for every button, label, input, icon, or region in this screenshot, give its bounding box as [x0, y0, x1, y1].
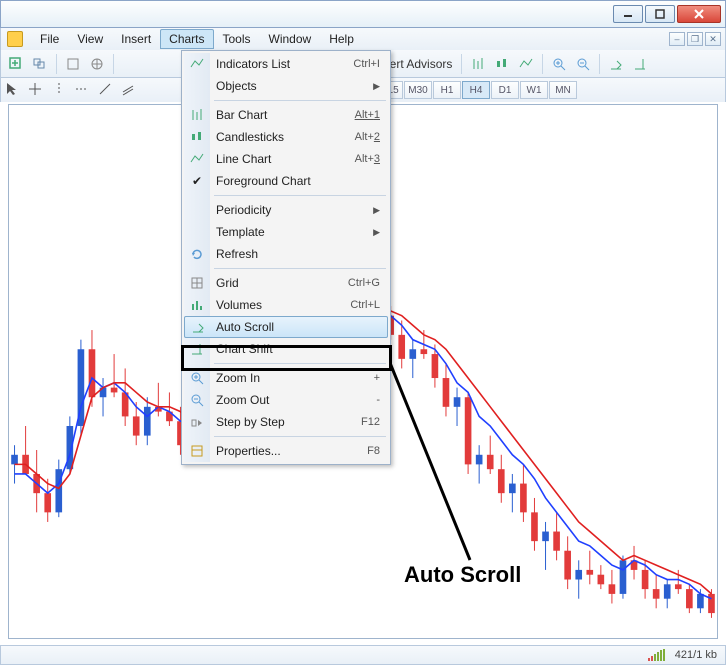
- timeframe-w1[interactable]: W1: [520, 81, 548, 99]
- market-watch-button[interactable]: [62, 53, 84, 75]
- bar-chart-button[interactable]: [467, 53, 489, 75]
- menu-periodicity[interactable]: Periodicity▶: [184, 199, 388, 221]
- profiles-button[interactable]: [29, 53, 51, 75]
- maximize-button[interactable]: [645, 5, 675, 23]
- menu-foreground-chart[interactable]: ✔Foreground Chart: [184, 170, 388, 192]
- menu-candlesticks[interactable]: CandlesticksAlt+2: [184, 126, 388, 148]
- zoom-out-icon: [189, 392, 205, 408]
- line-chart-icon: [189, 151, 205, 167]
- checkmark-icon: ✔: [189, 173, 205, 189]
- chart-shift-toolbar-button[interactable]: [629, 53, 651, 75]
- chart-shift-icon: [189, 341, 205, 357]
- properties-icon: [189, 443, 205, 459]
- menu-grid[interactable]: GridCtrl+G: [184, 272, 388, 294]
- horizontal-line-button[interactable]: [75, 82, 97, 99]
- bar-chart-icon: [189, 107, 205, 123]
- mdi-close-button[interactable]: ✕: [705, 32, 721, 46]
- menu-objects[interactable]: Objects▶: [184, 75, 388, 97]
- timeframe-mn[interactable]: MN: [549, 81, 577, 99]
- candlestick-button[interactable]: [491, 53, 513, 75]
- timeframe-d1[interactable]: D1: [491, 81, 519, 99]
- menu-bar-chart[interactable]: Bar ChartAlt+1: [184, 104, 388, 126]
- timeframe-m30[interactable]: M30: [404, 81, 432, 99]
- annotation-label: Auto Scroll: [404, 562, 521, 588]
- navigator-button[interactable]: [86, 53, 108, 75]
- menu-refresh[interactable]: Refresh: [184, 243, 388, 265]
- menu-view[interactable]: View: [68, 29, 112, 49]
- charts-dropdown-menu: Indicators ListCtrl+I Objects▶ Bar Chart…: [181, 50, 391, 465]
- menu-window[interactable]: Window: [260, 29, 321, 49]
- menu-indicators-list[interactable]: Indicators ListCtrl+I: [184, 53, 388, 75]
- menu-template[interactable]: Template▶: [184, 221, 388, 243]
- vertical-line-button[interactable]: [52, 82, 74, 99]
- crosshair-button[interactable]: [28, 82, 50, 99]
- menu-zoom-out[interactable]: Zoom Out-: [184, 389, 388, 411]
- menu-line-chart[interactable]: Line ChartAlt+3: [184, 148, 388, 170]
- status-traffic: 421/1 kb: [675, 649, 717, 661]
- line-chart-button[interactable]: [515, 53, 537, 75]
- indicators-icon: [189, 56, 205, 72]
- grid-icon: [189, 275, 205, 291]
- menu-properties[interactable]: Properties...F8: [184, 440, 388, 462]
- auto-scroll-toolbar-button[interactable]: [605, 53, 627, 75]
- timeframe-h4[interactable]: H4: [462, 81, 490, 99]
- connection-bars-icon: [648, 649, 665, 661]
- auto-scroll-icon: [190, 319, 206, 335]
- mdi-minimize-button[interactable]: –: [669, 32, 685, 46]
- timeframe-h1[interactable]: H1: [433, 81, 461, 99]
- zoom-out-button[interactable]: [572, 53, 594, 75]
- window-titlebar: [0, 0, 726, 28]
- menu-file[interactable]: File: [31, 29, 68, 49]
- zoom-in-icon: [189, 370, 205, 386]
- menu-tools[interactable]: Tools: [214, 29, 260, 49]
- app-icon: [7, 31, 23, 47]
- menu-help[interactable]: Help: [320, 29, 363, 49]
- close-button[interactable]: [677, 5, 721, 23]
- candlestick-icon: [189, 129, 205, 145]
- menu-charts[interactable]: Charts: [160, 29, 213, 49]
- menu-auto-scroll[interactable]: Auto Scroll: [184, 316, 388, 338]
- volumes-icon: [189, 297, 205, 313]
- menu-step-by-step[interactable]: Step by StepF12: [184, 411, 388, 433]
- minimize-button[interactable]: [613, 5, 643, 23]
- menu-chart-shift[interactable]: Chart Shift: [184, 338, 388, 360]
- cursor-button[interactable]: [5, 82, 27, 99]
- zoom-in-button[interactable]: [548, 53, 570, 75]
- status-bar: 421/1 kb: [0, 645, 726, 665]
- menu-zoom-in[interactable]: Zoom In+: [184, 367, 388, 389]
- menu-bar: File View Insert Charts Tools Window Hel…: [0, 28, 726, 50]
- channel-button[interactable]: [121, 82, 143, 99]
- menu-insert[interactable]: Insert: [112, 29, 160, 49]
- new-chart-button[interactable]: [5, 53, 27, 75]
- menu-volumes[interactable]: VolumesCtrl+L: [184, 294, 388, 316]
- trendline-button[interactable]: [98, 82, 120, 99]
- step-icon: [189, 414, 205, 430]
- mdi-restore-button[interactable]: ❐: [687, 32, 703, 46]
- refresh-icon: [189, 246, 205, 262]
